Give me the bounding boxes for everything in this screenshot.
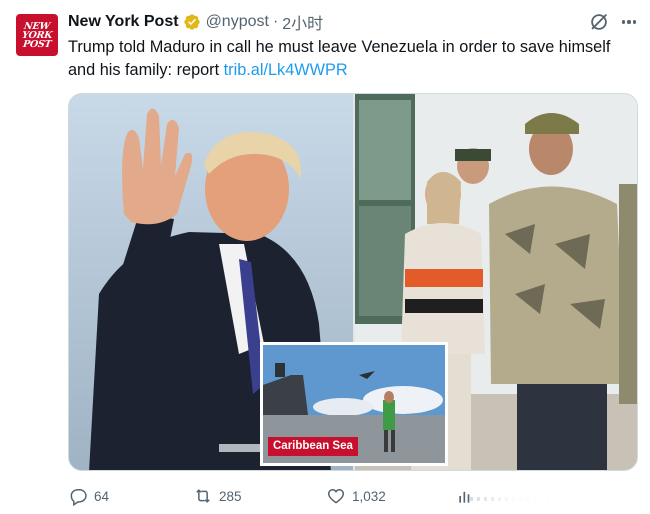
tweet-link[interactable]: trib.al/Lk4WWPR xyxy=(224,61,348,79)
like-button[interactable]: 1,032 xyxy=(326,486,386,506)
more-dot xyxy=(632,20,637,24)
verified-badge-icon[interactable] xyxy=(183,13,201,31)
tweet-card[interactable]: NEW YORK POST New York Post @nypost · 2小… xyxy=(0,0,650,514)
more-dot xyxy=(621,20,626,24)
timestamp[interactable]: 2小时 xyxy=(282,10,323,34)
tweet-header: New York Post @nypost · 2小时 xyxy=(68,11,323,33)
reply-icon xyxy=(70,489,87,506)
display-name[interactable]: New York Post xyxy=(68,13,179,31)
handle[interactable]: @nypost xyxy=(206,13,269,31)
more-dot xyxy=(627,20,631,24)
grok-icon[interactable] xyxy=(588,11,610,33)
action-bar: 64 285 1,032 xyxy=(68,484,648,512)
reply-count: 64 xyxy=(94,488,110,504)
avatar-text-post: POST xyxy=(22,38,52,50)
more-options-icon[interactable] xyxy=(618,11,640,33)
retweet-icon xyxy=(196,489,210,503)
inset-location-label: Caribbean Sea xyxy=(268,437,358,456)
retweet-count: 285 xyxy=(219,488,242,504)
heart-icon xyxy=(327,488,345,504)
separator-dot: · xyxy=(272,13,279,30)
avatar[interactable]: NEW YORK POST xyxy=(16,14,58,56)
actions-fade-overlay xyxy=(468,484,648,512)
reply-button[interactable]: 64 xyxy=(68,486,109,506)
inset-photo-carrier[interactable]: Caribbean Sea xyxy=(260,342,448,466)
like-count: 1,032 xyxy=(352,488,386,504)
tweet-text: Trump told Maduro in call he must leave … xyxy=(68,36,638,82)
tweet-media[interactable]: Caribbean Sea xyxy=(68,93,638,471)
retweet-button[interactable]: 285 xyxy=(193,486,242,506)
